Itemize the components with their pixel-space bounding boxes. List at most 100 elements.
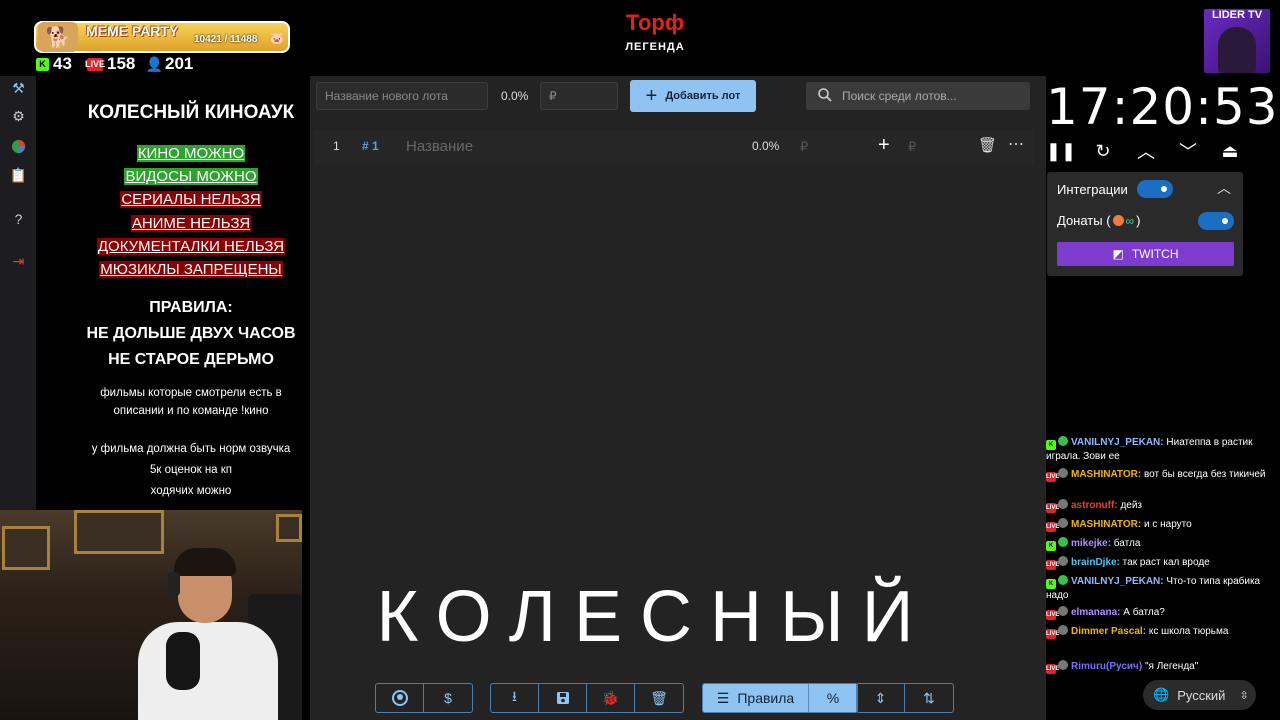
lot-name-field[interactable]: Название [406, 138, 473, 155]
gavel-icon[interactable]: ⚒ [10, 80, 27, 97]
chat-username: Rimuru(Русич) [1071, 661, 1143, 672]
lot-extra-amount[interactable]: ₽ [908, 139, 916, 155]
denied-musicals: МЮЗИКЛЫ ЗАПРЕЩЕНЫ [99, 261, 283, 278]
live-icon: LIVE [85, 57, 106, 71]
chat-text: кс школа тюрьма [1146, 626, 1229, 637]
lot-name-input[interactable]: Название нового лота [316, 82, 488, 110]
more-icon[interactable]: ⋯ [1008, 134, 1024, 154]
live-viewers: LIVE 158 [85, 54, 136, 73]
chevron-down-icon[interactable]: ﹀ [1176, 140, 1200, 162]
rules-button[interactable]: ☰ Правила [703, 684, 809, 712]
github-icon[interactable] [376, 684, 424, 712]
live-icon: LIVE [1046, 664, 1060, 674]
user-icon: 👤 [145, 55, 164, 72]
brand-title: Торф [625, 10, 685, 35]
donate-icon[interactable]: $ [424, 684, 472, 712]
avatar [1058, 625, 1068, 635]
rules-group: ☰ Правила % [702, 683, 858, 713]
new-lot-percent: 0.0% [501, 89, 529, 103]
integrations-label: Интеграции [1057, 182, 1128, 197]
note-voiceover: у фильма должна быть норм озвучка [91, 443, 291, 455]
allowed-videos: ВИДОСЫ МОЖНО [124, 168, 258, 185]
integrations-toggle[interactable] [1137, 180, 1173, 198]
lot-amount-input[interactable]: ₽ [540, 82, 618, 110]
chat-username: MASHINATOR: [1071, 469, 1142, 480]
kick-icon: K [36, 57, 49, 71]
streamer-body [138, 622, 278, 720]
chat-text: вот бы всегда без тикичей [1141, 469, 1266, 480]
save-icon[interactable] [539, 684, 587, 712]
wall-painting [276, 514, 302, 542]
denied-series: СЕРИАЛЫ НЕЛЬЗЯ [120, 191, 262, 208]
chevron-up-icon[interactable]: ︿ [1217, 178, 1231, 198]
download-icon[interactable]: ⭳ [491, 684, 539, 712]
denied-anime: АНИМЕ НЕЛЬЗЯ [130, 215, 252, 232]
twitch-button[interactable]: ◩ TWITCH [1057, 242, 1234, 266]
rule-not-old: НЕ СТАРОЕ ДЕРЬМО [108, 351, 274, 368]
lot-tag[interactable]: # 1 [362, 139, 379, 153]
meme-party-bar: 🐕 MEME PARTY 10421 / 11488 🐷 [34, 21, 290, 53]
brand-subtitle: ЛЕГЕНДА [625, 41, 685, 53]
lot-amount[interactable]: ₽ [800, 139, 808, 155]
clear-icon[interactable]: 🗑 [635, 684, 683, 712]
bug-icon[interactable]: 🐞 [587, 684, 635, 712]
language-select[interactable]: 🌐 Русский ⇳ [1143, 680, 1256, 710]
gear-icon[interactable]: ⚙ [10, 108, 27, 125]
note-ratings: 5к оценок на кп [149, 464, 233, 476]
restart-icon[interactable]: ↻ [1091, 140, 1115, 162]
auction-main: Название нового лота 0.0% ₽ + Добавить л… [310, 76, 1046, 720]
chat-message: K VANILNYJ_PEKAN: Что-то типа крабика над… [1046, 575, 1280, 603]
chat-text: и с наруто [1141, 519, 1192, 530]
pie-chart-icon[interactable] [10, 138, 27, 155]
chat-text: А батла? [1120, 607, 1165, 618]
meme-party-count: 10421 / 11488 [194, 34, 258, 45]
search-input[interactable]: Поиск среди лотов... [806, 82, 1030, 110]
pig-icon: 🐷 [270, 33, 284, 45]
chat-text: батла [1111, 538, 1141, 549]
rules-heading: КОЛЕСНЫЙ КИНОАУК [87, 102, 295, 123]
twitch-icon: ◩ [1112, 247, 1124, 261]
lot-row: 1 # 1 Название 0.0% ₽ + ₽ 🗑 ⋯ [314, 130, 1034, 164]
webcam-feed [0, 510, 302, 720]
trash-icon[interactable]: 🗑 [978, 136, 997, 154]
plus-icon: + [645, 84, 658, 107]
chat-text: дейз [1117, 500, 1143, 511]
add-lot-button[interactable]: + Добавить лот [630, 80, 756, 112]
chat-text: так раст кал вроде [1119, 557, 1210, 568]
donations-toggle[interactable] [1198, 212, 1234, 230]
chat-overlay: K VANILNYJ_PEKAN: Ниатеппа в растик играл… [1046, 420, 1280, 676]
rule-duration: НЕ ДОЛЬШЕ ДВУХ ЧАСОВ [86, 325, 296, 342]
live-icon: LIVE [1046, 503, 1060, 513]
note-watched: фильмы которые смотрели есть в описании … [100, 387, 282, 417]
kick-icon: K [1046, 579, 1056, 589]
donations-label: Донаты ( ∞ ) [1057, 213, 1141, 228]
chat-message: K VANILNYJ_PEKAN: Ниатеппа в растик играл… [1046, 436, 1280, 464]
chat-username: VANILNYJ_PEKAN: [1071, 437, 1164, 448]
wheel-overlay-title: КОЛЕСНЫЙ [376, 577, 932, 657]
percent-button[interactable]: % [809, 684, 857, 712]
streamer-hair [174, 548, 236, 576]
auction-timer: 17:20:53 [1046, 78, 1279, 136]
clipboard-icon[interactable]: 📋 [10, 167, 27, 184]
sort-icon[interactable]: ⇅ [905, 684, 953, 712]
chat-message: LIVE Rimuru(Русич) "я Легенда" [1046, 660, 1280, 674]
allowed-movies: КИНО МОЖНО [136, 145, 246, 162]
chat-message: LIVE Dimmer Pascal: кс школа тюрьма [1046, 625, 1280, 639]
chat-username: brainDjke: [1071, 557, 1120, 568]
collapse-icon[interactable]: ⏏ [1218, 140, 1242, 162]
avatar [1058, 499, 1068, 509]
chat-message: LIVE MASHINATOR: и с наруто [1046, 518, 1280, 532]
chat-text: "я Легенда" [1142, 661, 1199, 672]
live-icon: LIVE [1046, 560, 1060, 570]
plus-icon[interactable]: + [878, 134, 890, 157]
help-icon[interactable]: ? [10, 210, 27, 227]
lider-tv-logo: LIDER TV [1204, 9, 1270, 73]
avatar [1058, 556, 1068, 566]
kick-viewers: K 43 [36, 54, 72, 74]
chevron-up-icon[interactable]: ︿ [1134, 140, 1158, 162]
logout-icon[interactable]: ⇥ [10, 253, 27, 270]
pause-icon[interactable]: ❚❚ [1046, 140, 1076, 162]
donation-alerts-icon [1112, 215, 1124, 226]
list-icon: ☰ [716, 689, 730, 706]
compress-icon[interactable]: ⇕ [857, 684, 905, 712]
